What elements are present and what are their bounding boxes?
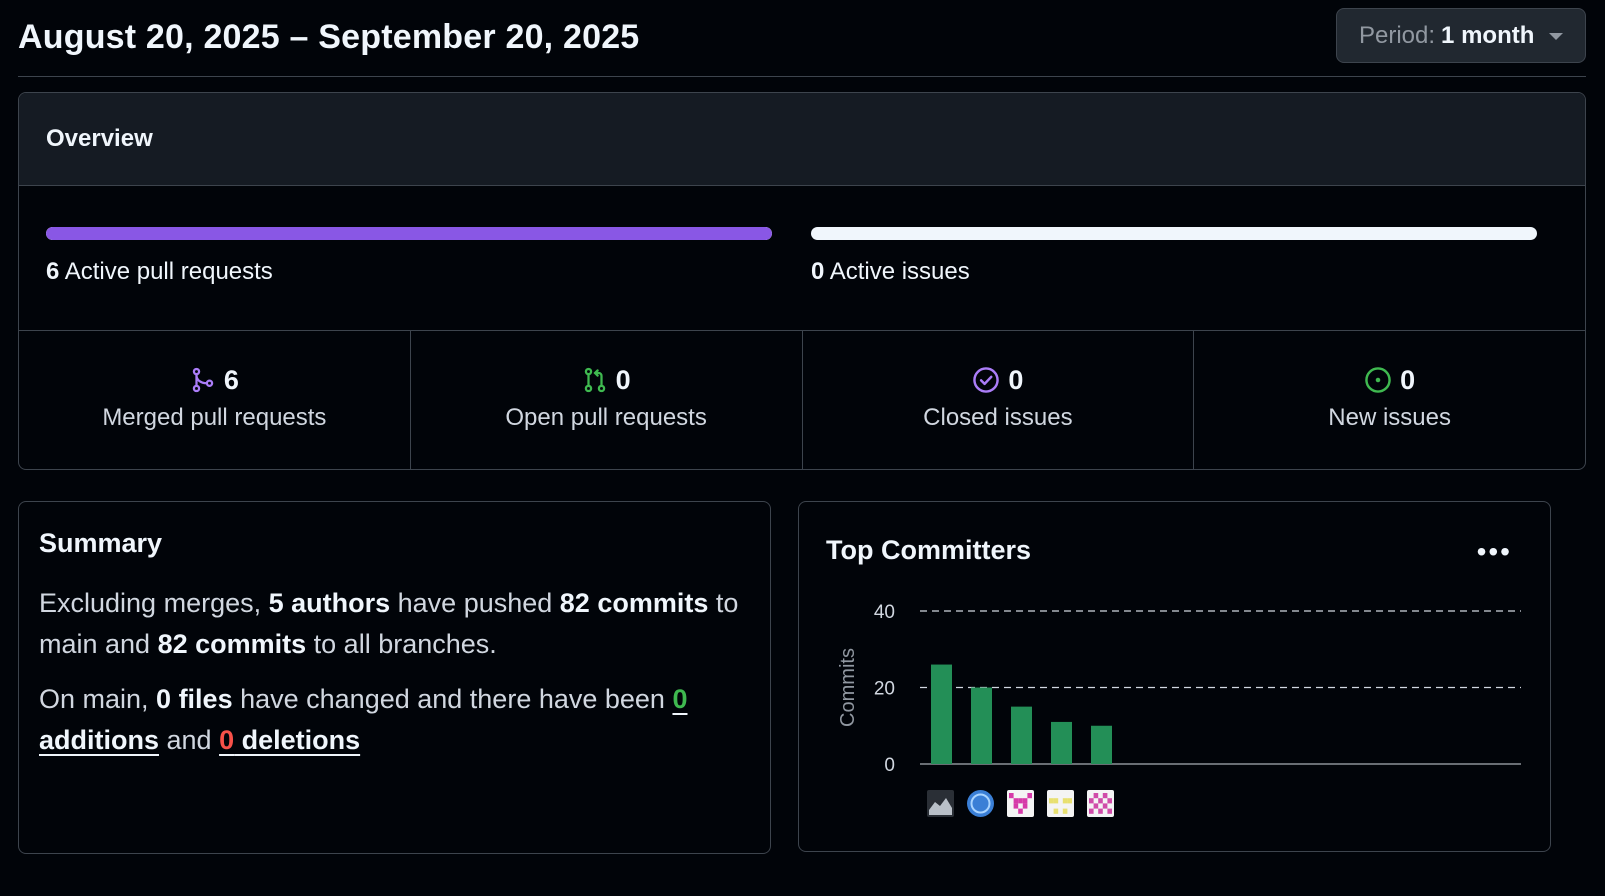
avatar-identicon-magenta[interactable] (1007, 790, 1034, 817)
authors-count: 5 authors (268, 588, 391, 618)
page-header: August 20, 2025 – September 20, 2025 Per… (18, 0, 1586, 77)
issue-opened-icon (1365, 367, 1391, 393)
new-issues-label: New issues (1328, 404, 1451, 431)
top-committers-panel: Top Committers ••• Commits 0 20 40 (798, 501, 1551, 852)
committer-bar (1091, 725, 1112, 764)
period-value: 1 month (1441, 21, 1535, 49)
stat-merged-prs[interactable]: 6 Merged pull requests (19, 331, 411, 469)
summary-title: Summary (39, 528, 163, 558)
summary-text: Excluding merges, (39, 588, 269, 618)
stat-closed-issues[interactable]: 0 Closed issues (803, 331, 1195, 469)
commits-main-count: 82 commits (559, 588, 709, 618)
overview-title: Overview (19, 93, 1585, 186)
closed-issues-label: Closed issues (923, 404, 1073, 431)
period-label: Period: (1359, 21, 1436, 49)
closed-issues-value: 0 (1008, 364, 1024, 395)
additions-count: 0 (672, 684, 688, 714)
y-axis-label: Commits (837, 648, 859, 727)
summary-text: and (159, 725, 220, 755)
stats-row: 6 Merged pull requests 0 Open pull reque… (19, 331, 1585, 469)
stat-new-issues[interactable]: 0 New issues (1194, 331, 1585, 469)
summary-files-text: On main, 0 files have changed and there … (39, 679, 750, 761)
period-dropdown-button[interactable]: Period: 1 month (1336, 8, 1586, 63)
avatar-photo-icon[interactable] (927, 790, 954, 817)
avatar-globe-icon[interactable] (967, 790, 994, 817)
avatar-identicon-pink[interactable] (1087, 790, 1114, 817)
active-prs-count: 6 (46, 258, 60, 285)
active-issues-text: Active issues (829, 258, 970, 285)
top-committers-chart: Commits 0 20 40 (837, 602, 1521, 817)
new-issues-value: 0 (1400, 364, 1416, 395)
committer-bar (931, 664, 952, 764)
active-issues-count: 0 (811, 258, 825, 285)
merged-prs-value: 6 (223, 364, 239, 395)
summary-panel: Summary Excluding merges, 5 authors have… (18, 501, 771, 854)
active-issues-block[interactable]: 0 Active issues (811, 227, 1537, 286)
stat-open-prs[interactable]: 0 Open pull requests (411, 331, 803, 469)
active-prs-block[interactable]: 6 Active pull requests (46, 227, 772, 286)
merged-prs-label: Merged pull requests (102, 404, 327, 431)
overview-panel: Overview 6 Active pull requests 0 Active… (18, 92, 1586, 470)
committer-bar (1051, 721, 1072, 764)
deletions-link[interactable]: 0 deletions (219, 725, 360, 755)
summary-text: On main, (39, 684, 157, 714)
caret-down-icon (1549, 33, 1563, 40)
issue-closed-icon (973, 367, 1000, 393)
active-prs-bar-fill (46, 227, 772, 240)
deletions-word: deletions (234, 725, 361, 755)
deletions-count: 0 (219, 725, 235, 755)
additions-word: additions (39, 725, 159, 755)
date-range-title: August 20, 2025 – September 20, 2025 (18, 18, 640, 56)
y-tick-label: 40 (874, 602, 895, 623)
summary-text: have changed and there have been (232, 684, 673, 714)
active-issues-label: 0 Active issues (811, 258, 1537, 286)
summary-text: have pushed (390, 588, 560, 618)
active-issues-bar (811, 227, 1537, 240)
avatar-identicon-yellow[interactable] (1047, 790, 1074, 817)
git-pull-request-icon (584, 367, 605, 393)
summary-text: to all branches. (306, 629, 497, 659)
files-count: 0 files (156, 684, 233, 714)
active-prs-text: Active pull requests (64, 258, 273, 285)
y-tick-label: 20 (874, 679, 895, 700)
commits-all-count: 82 commits (157, 629, 307, 659)
committer-bar (1011, 706, 1032, 764)
active-prs-label: 6 Active pull requests (46, 258, 772, 286)
open-prs-value: 0 (615, 364, 631, 395)
committer-bar (971, 687, 992, 764)
summary-commits-text: Excluding merges, 5 authors have pushed … (39, 583, 750, 665)
git-merge-icon (192, 367, 214, 393)
active-prs-bar (46, 227, 772, 240)
activity-bars-row: 6 Active pull requests 0 Active issues (19, 186, 1585, 331)
y-tick-label: 0 (884, 755, 895, 776)
open-prs-label: Open pull requests (505, 404, 707, 431)
